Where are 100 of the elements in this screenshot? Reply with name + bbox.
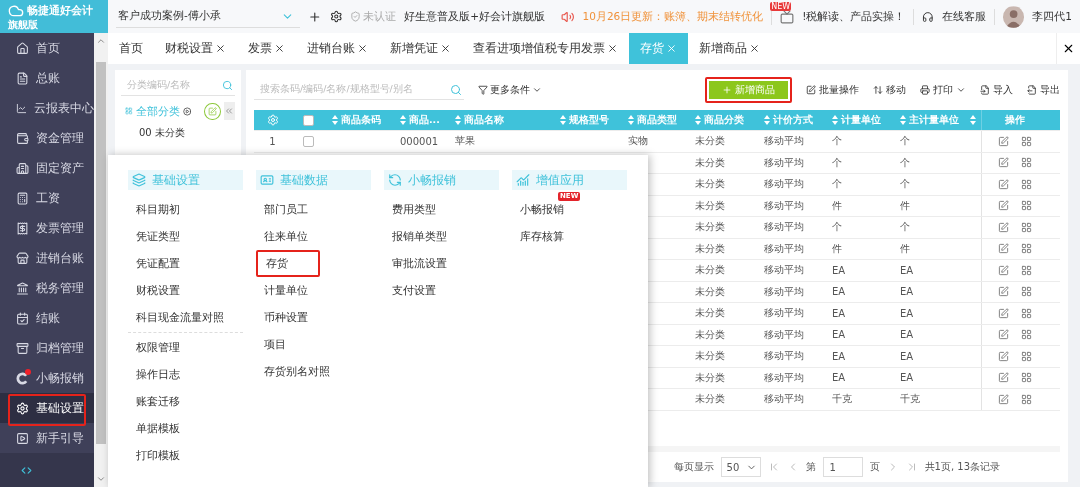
play-icon[interactable]	[182, 106, 192, 116]
sidebar-item[interactable]: 基础设置	[0, 393, 94, 423]
page-input[interactable]: 1	[822, 457, 863, 477]
toolbar-button[interactable]: 导出	[1027, 83, 1060, 97]
toolbar-button[interactable]: 打印	[920, 83, 966, 97]
menu-item[interactable]: 操作日志	[128, 361, 243, 388]
video-link[interactable]: !税解读、产品实操！	[802, 9, 906, 24]
menu-item[interactable]: 科目现金流量对照	[128, 304, 243, 331]
edit-icon[interactable]	[998, 264, 1009, 276]
grid-icon[interactable]	[1021, 350, 1032, 362]
edit-icon[interactable]	[998, 329, 1009, 341]
sort-icon[interactable]	[455, 115, 461, 125]
toolbar-button[interactable]: 批量操作	[806, 83, 859, 97]
edit-icon[interactable]	[998, 286, 1009, 298]
sidebar-item[interactable]: 归档管理	[0, 333, 94, 363]
edit-icon[interactable]	[998, 350, 1009, 362]
grid-icon[interactable]	[1021, 329, 1032, 341]
tab[interactable]: 进销台账	[296, 33, 379, 64]
grid-icon[interactable]	[1021, 264, 1032, 276]
close-icon[interactable]	[607, 43, 618, 54]
sidebar-item[interactable]: 云报表中心	[0, 93, 94, 123]
grid-icon[interactable]	[1021, 200, 1032, 212]
settings-icon[interactable]	[329, 10, 343, 23]
page-size-select[interactable]: 50	[720, 457, 761, 477]
grid-icon[interactable]	[1021, 393, 1032, 405]
sort-icon[interactable]	[400, 115, 406, 125]
scrollbar[interactable]	[94, 33, 108, 487]
toolbar-button[interactable]: 移动	[873, 83, 906, 97]
close-icon[interactable]	[357, 43, 368, 54]
menu-item[interactable]: 审批流设置	[384, 250, 499, 277]
menu-item[interactable]: 币种设置	[256, 304, 371, 331]
search-icon[interactable]	[222, 80, 233, 91]
search-icon[interactable]	[450, 83, 462, 96]
menu-item[interactable]: 往来单位	[256, 223, 371, 250]
sort-icon[interactable]	[332, 115, 338, 125]
tab[interactable]: 首页	[108, 33, 154, 64]
tab[interactable]: 财税设置	[154, 33, 237, 64]
sort-icon[interactable]	[764, 115, 770, 125]
grid-icon[interactable]	[1021, 157, 1032, 169]
menu-item[interactable]: 单据模板	[128, 415, 243, 442]
sidebar-item[interactable]: 进销台账	[0, 243, 94, 273]
sort-icon[interactable]	[560, 115, 566, 125]
support-link[interactable]: 在线客服	[942, 9, 987, 24]
edit-icon[interactable]	[998, 157, 1009, 169]
menu-item[interactable]: 报销单类型	[384, 223, 499, 250]
close-icon[interactable]	[274, 43, 285, 54]
sidebar-item[interactable]: 总账	[0, 63, 94, 93]
menu-item[interactable]: 计量单位	[256, 277, 371, 304]
menu-item[interactable]: 打印模板	[128, 442, 243, 469]
user-name[interactable]: 李四代1	[1032, 9, 1072, 24]
sidebar-item[interactable]: 首页	[0, 33, 94, 63]
tab[interactable]: 新增凭证	[379, 33, 462, 64]
menu-item[interactable]: 财税设置	[128, 277, 243, 304]
menu-item[interactable]: 存货别名对照	[256, 358, 371, 385]
edit-icon[interactable]	[998, 200, 1009, 212]
sort-icon[interactable]	[900, 115, 906, 125]
sidebar-item[interactable]: 固定资产	[0, 153, 94, 183]
tab[interactable]: 新增商品	[688, 33, 771, 64]
grid-icon[interactable]	[1021, 307, 1032, 319]
sort-icon[interactable]	[628, 115, 634, 125]
close-icon[interactable]	[749, 43, 760, 54]
menu-item[interactable]: 权限管理	[128, 334, 243, 361]
account-select[interactable]: 客户成功案例-傅小承	[116, 5, 301, 28]
edit-icon[interactable]	[998, 393, 1009, 405]
plus-icon[interactable]	[308, 9, 322, 24]
menu-item[interactable]: 费用类型	[384, 196, 499, 223]
menu-item[interactable]: 项目	[256, 331, 371, 358]
menu-item[interactable]: 库存核算	[512, 223, 627, 250]
sidebar-item[interactable]: 新手引导	[0, 423, 94, 453]
edit-icon[interactable]	[998, 243, 1009, 255]
checkbox[interactable]	[303, 135, 314, 147]
sort-icon[interactable]	[832, 115, 838, 125]
grid-icon[interactable]	[1021, 372, 1032, 384]
tab[interactable]: 发票	[237, 33, 296, 64]
edit-icon[interactable]	[998, 221, 1009, 233]
sidebar-item[interactable]: 税务管理	[0, 273, 94, 303]
edit-icon[interactable]	[998, 372, 1009, 384]
sort-icon[interactable]	[695, 115, 701, 125]
close-icon[interactable]	[215, 43, 226, 54]
edit-icon[interactable]	[998, 135, 1009, 147]
avatar[interactable]	[1003, 5, 1025, 28]
scroll-down-icon[interactable]	[96, 474, 106, 484]
menu-item[interactable]: 科目期初	[128, 196, 243, 223]
filter-button[interactable]: 更多条件	[478, 83, 542, 97]
edit-icon[interactable]	[998, 307, 1009, 319]
menu-item[interactable]: 部门员工	[256, 196, 371, 223]
menu-item[interactable]: 凭证配置	[128, 250, 243, 277]
close-icon[interactable]	[440, 43, 451, 54]
sidebar-item[interactable]: 小畅报销	[0, 363, 94, 393]
grid-icon[interactable]	[1021, 135, 1032, 147]
toolbar-button[interactable]: 导入	[980, 83, 1013, 97]
sidebar-item[interactable]: 结账	[0, 303, 94, 333]
edit-icon[interactable]	[998, 178, 1009, 190]
menu-item[interactable]: 账套迁移	[128, 388, 243, 415]
menu-item[interactable]: 存货	[256, 250, 320, 277]
menu-item[interactable]: 支付设置	[384, 277, 499, 304]
sidebar-item[interactable]: 工资	[0, 183, 94, 213]
collapse-button[interactable]	[223, 102, 235, 120]
checkbox[interactable]	[303, 114, 314, 126]
grid-icon[interactable]	[1021, 243, 1032, 255]
